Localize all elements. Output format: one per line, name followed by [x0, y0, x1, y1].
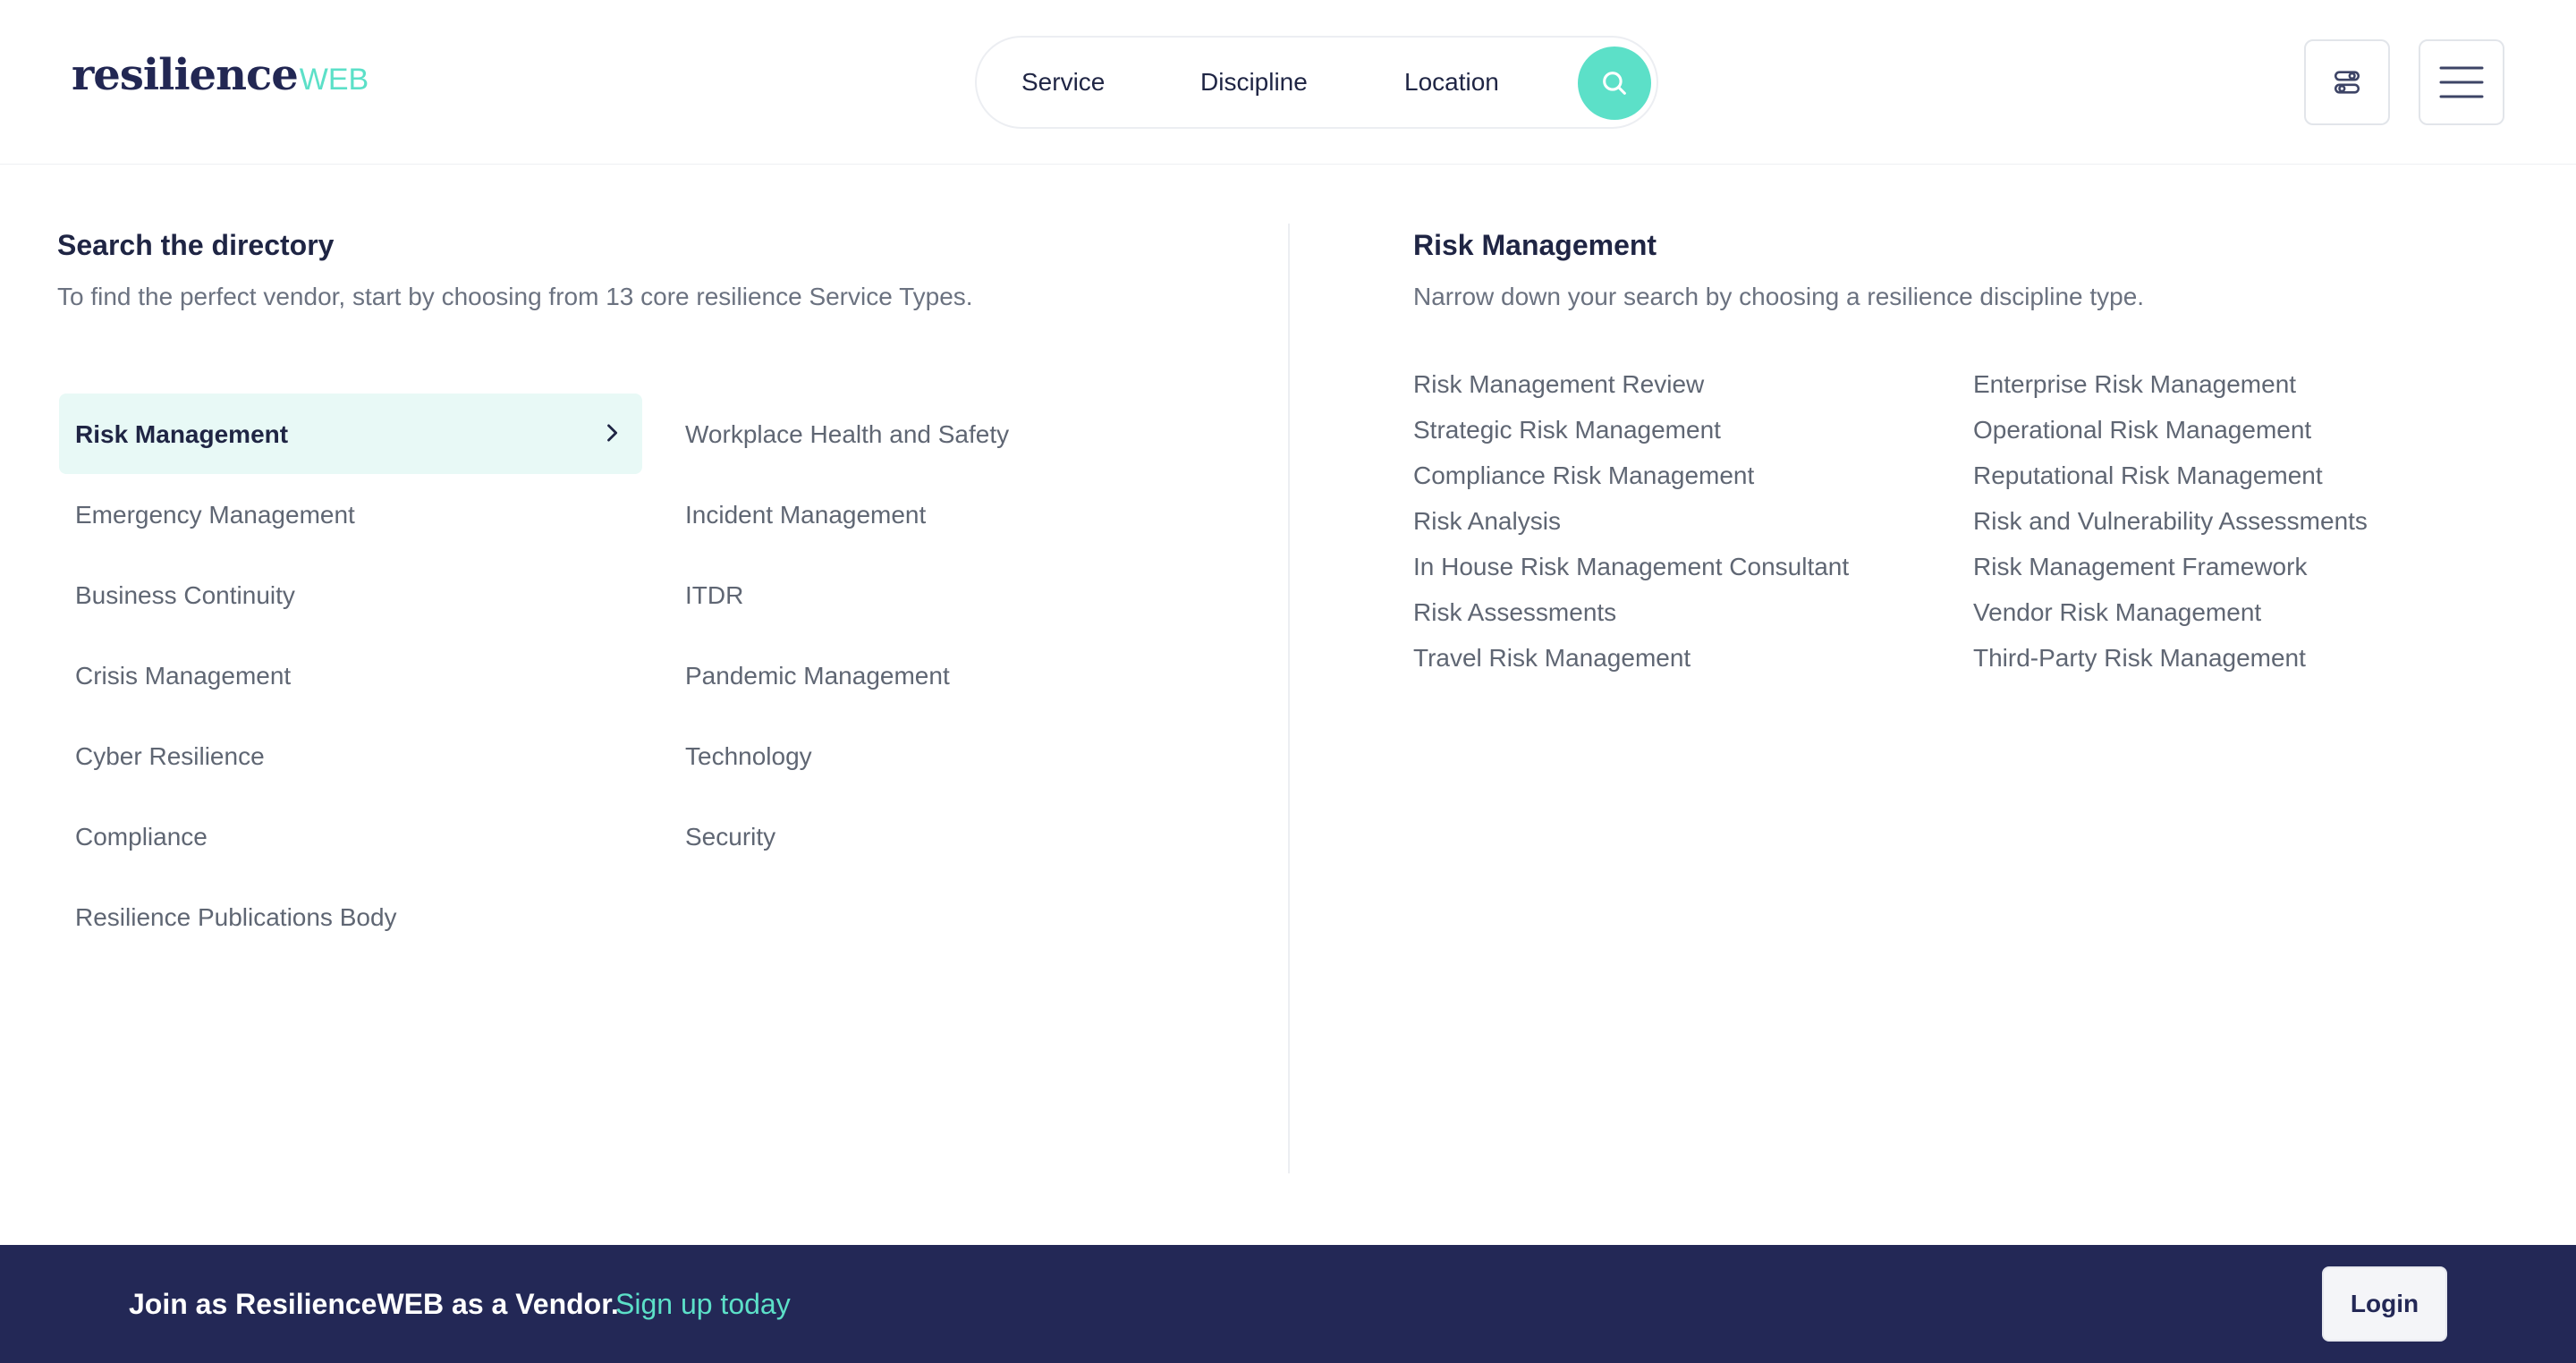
service-item[interactable]: Business Continuity [75, 581, 295, 610]
discipline-item[interactable]: Risk Assessments [1413, 598, 1616, 627]
discipline-item[interactable]: In House Risk Management Consultant [1413, 553, 1849, 581]
hamburger-icon [2439, 66, 2484, 98]
discipline-item[interactable]: Strategic Risk Management [1413, 416, 1721, 444]
service-item[interactable]: Security [685, 823, 775, 851]
service-item[interactable]: Technology [685, 742, 812, 771]
discipline-item[interactable]: Reputational Risk Management [1973, 461, 2323, 490]
search-discipline-field[interactable]: Discipline [1200, 68, 1308, 97]
directory-subtitle: To find the perfect vendor, start by cho… [57, 283, 973, 310]
top-header: resilience WEB Service Discipline Locatio… [0, 0, 2576, 165]
discipline-item[interactable]: Enterprise Risk Management [1973, 370, 2296, 399]
service-item[interactable]: Emergency Management [75, 501, 355, 529]
filter-button[interactable] [2304, 39, 2390, 125]
discipline-item[interactable]: Vendor Risk Management [1973, 598, 2261, 627]
hamburger-menu-button[interactable] [2419, 39, 2504, 125]
directory-title: Search the directory [57, 229, 335, 261]
search-button[interactable] [1578, 47, 1651, 120]
service-item[interactable]: Resilience Publications Body [75, 903, 397, 932]
vendor-join-text: Join as ResilienceWEB as a Vendor. [129, 1288, 619, 1320]
chevron-right-icon [607, 424, 618, 442]
search-service-field[interactable]: Service [1021, 68, 1105, 97]
signup-link[interactable]: Sign up today [615, 1288, 791, 1321]
search-icon [1603, 72, 1626, 95]
service-item[interactable]: Crisis Management [75, 662, 291, 690]
search-location-field[interactable]: Location [1404, 68, 1499, 97]
logo-main: resilience [72, 50, 299, 100]
discipline-item[interactable]: Operational Risk Management [1973, 416, 2311, 444]
discipline-item[interactable]: Travel Risk Management [1413, 644, 1690, 673]
login-button[interactable]: Login [2322, 1266, 2447, 1342]
service-item[interactable]: Cyber Resilience [75, 742, 265, 771]
service-item[interactable]: Compliance [75, 823, 208, 851]
service-item[interactable]: ITDR [685, 581, 743, 610]
discipline-item[interactable]: Risk Management Framework [1973, 553, 2307, 581]
discipline-subtitle: Narrow down your search by choosing a re… [1413, 283, 2145, 310]
discipline-item[interactable]: Risk Management Review [1413, 370, 1704, 399]
toggle-settings-icon [2334, 71, 2360, 94]
discipline-item[interactable]: Risk Analysis [1413, 507, 1561, 536]
panel-divider [1288, 224, 1290, 1173]
vendor-signup-banner: Join as ResilienceWEB as a Vendor. Sign … [0, 1245, 2576, 1363]
service-item-label: Risk Management [75, 420, 289, 448]
logo[interactable]: resilience WEB [72, 50, 369, 100]
discipline-item[interactable]: Compliance Risk Management [1413, 461, 1754, 490]
discipline-item[interactable]: Third-Party Risk Management [1973, 644, 2306, 673]
discipline-title: Risk Management [1413, 229, 1657, 261]
logo-suffix: WEB [299, 63, 369, 97]
search-bar: Service Discipline Location [975, 36, 1658, 129]
discipline-item[interactable]: Risk and Vulnerability Assessments [1973, 507, 2368, 536]
service-item-active[interactable]: Risk Management [59, 394, 642, 474]
service-item[interactable]: Pandemic Management [685, 662, 950, 690]
service-item[interactable]: Incident Management [685, 501, 926, 529]
service-item[interactable]: Workplace Health and Safety [685, 420, 1009, 449]
